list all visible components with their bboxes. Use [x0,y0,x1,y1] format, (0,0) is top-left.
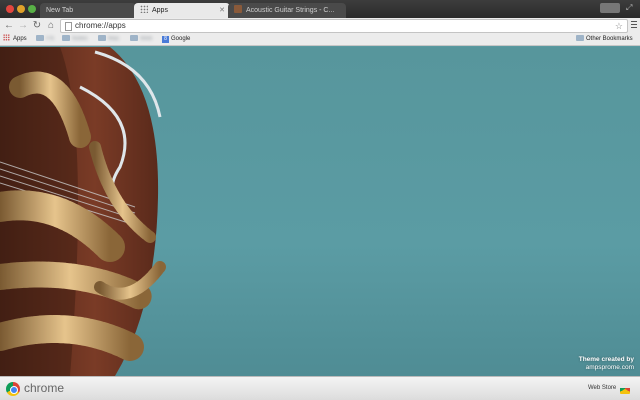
tab-new-tab[interactable]: New Tab [40,3,136,18]
folder-icon [98,35,106,41]
chrome-logo-icon [6,382,20,396]
bookmark-folder-1[interactable]: FN [36,34,54,45]
url-text[interactable]: chrome://apps [75,20,126,32]
bookmark-label: Apps [13,36,27,42]
tab-label: Apps [152,7,168,14]
tab-guitar-strings[interactable]: Acoustic Guitar Strings - C... [228,3,346,18]
tab-label: New Tab [46,7,74,14]
bookmark-label: Web [140,36,153,42]
bookmark-google[interactable]: 8 Google [162,34,190,45]
window-minimize-button[interactable] [17,5,25,13]
fullscreen-icon[interactable]: ⤢ [626,3,632,13]
tab-apps[interactable]: Apps ✕ [134,3,230,18]
web-store-icon[interactable] [620,384,630,394]
credit-line-2[interactable]: ampsprome.com [579,364,634,372]
window-maximize-button[interactable] [28,5,36,13]
bookmark-folder-3[interactable]: Mac [98,34,119,45]
apps-page: Theme created by ampsprome.com [0,47,640,376]
page-favicon-icon [234,5,242,13]
theme-credit: Theme created by ampsprome.com [579,356,634,372]
tab-label: Acoustic Guitar Strings - C... [246,7,335,14]
folder-icon [576,35,584,41]
back-arrow-icon[interactable]: ← [3,19,15,33]
profile-button[interactable] [600,3,620,13]
menu-icon[interactable] [631,21,637,30]
forward-arrow-icon[interactable]: → [17,19,29,33]
apps-grid-icon [3,34,10,41]
tab-strip: New Tab Apps ✕ Acoustic Guitar Strings -… [0,0,640,18]
toolbar: ← → ↻ ⌂ chrome://apps ☆ [0,18,640,34]
bookmark-label: Notes [72,36,88,42]
page-icon [65,22,72,31]
folder-icon [62,35,70,41]
credit-line-1: Theme created by [578,356,634,363]
google-icon: 8 [162,36,169,43]
reload-icon[interactable]: ↻ [31,19,43,33]
bookmark-label: Other Bookmarks [586,36,633,42]
bookmark-folder-4[interactable]: Web [130,34,152,45]
folder-icon [36,35,44,41]
window-close-button[interactable] [6,5,14,13]
bookmark-folder-2[interactable]: Notes [62,34,88,45]
bookmark-label: Google [171,36,191,42]
web-store-link[interactable]: Web Store [588,385,616,391]
bookmark-star-icon[interactable]: ☆ [615,20,623,32]
bookmark-label: FN [46,36,54,42]
theme-artwork [0,47,166,376]
chrome-wordmark: chrome [24,381,65,395]
bookmark-other[interactable]: Other Bookmarks [576,34,633,45]
bookmarks-bar: Apps FN Notes Mac Web 8 Google Other Book… [0,34,640,46]
bookmark-label: Mac [108,36,120,42]
apps-bottom-bar: chrome Web Store [0,376,640,400]
folder-icon [130,35,138,41]
apps-grid-icon [140,5,148,13]
close-icon[interactable]: ✕ [219,3,225,18]
home-icon[interactable]: ⌂ [45,19,57,33]
address-bar[interactable]: chrome://apps ☆ [60,19,628,33]
bookmark-apps[interactable]: Apps [3,34,27,45]
